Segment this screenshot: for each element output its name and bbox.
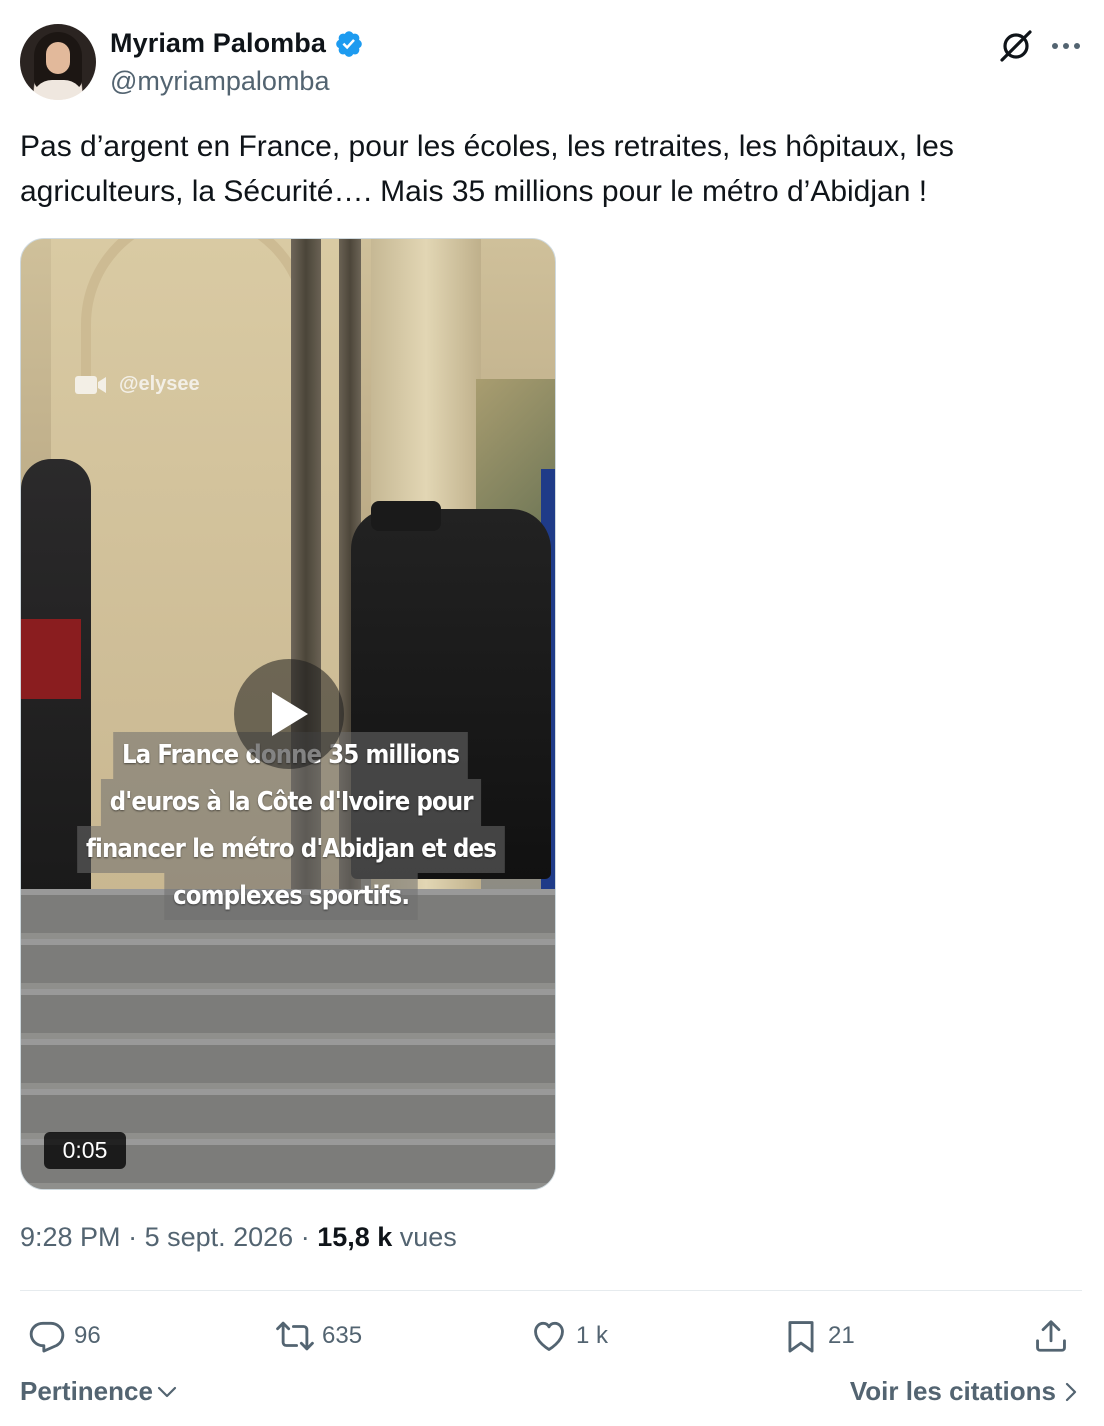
- caption-line: d'euros à la Côte d'Ivoire pour: [100, 779, 482, 826]
- tweet-header: Myriam Palomba @myriampalomba: [20, 24, 1084, 102]
- chevron-down-icon: [157, 1386, 177, 1397]
- grok-icon[interactable]: [998, 28, 1034, 64]
- chevron-right-icon: [1065, 1382, 1077, 1401]
- share-button[interactable]: [1032, 1312, 1070, 1360]
- like-button[interactable]: 1 k: [530, 1312, 608, 1360]
- meta-separator: ·: [120, 1222, 145, 1252]
- caption-line: financer le métro d'Abidjan et des: [77, 826, 505, 873]
- video-scene-archtop: [81, 239, 311, 379]
- bookmark-button[interactable]: 21: [782, 1312, 855, 1360]
- reply-button[interactable]: 96: [28, 1312, 101, 1360]
- sort-dropdown[interactable]: Pertinence: [20, 1376, 177, 1407]
- verified-badge-icon[interactable]: [334, 29, 364, 59]
- name-row: Myriam Palomba: [110, 28, 364, 59]
- watermark-text: @elysee: [119, 373, 200, 395]
- video-scene-guard-uniform: [21, 619, 81, 699]
- repost-count: 635: [322, 1322, 363, 1349]
- like-icon: [534, 1321, 564, 1351]
- caption-line: complexes sportifs.: [164, 873, 418, 920]
- views-count[interactable]: 15,8 k: [317, 1222, 392, 1253]
- more-icon[interactable]: [1048, 28, 1084, 64]
- replies-footer: Pertinence Voir les citations: [20, 1376, 1084, 1416]
- repost-icon: [276, 1321, 314, 1351]
- tweet-text: Pas d’argent en France, pour les écoles,…: [20, 130, 954, 208]
- display-name[interactable]: Myriam Palomba: [110, 28, 326, 59]
- meta-separator: ·: [293, 1222, 318, 1252]
- divider: [20, 1290, 1082, 1291]
- video-player[interactable]: @elysee La France donne 35 millions d'eu…: [20, 238, 556, 1190]
- tweet-date[interactable]: 5 sept. 2026: [145, 1222, 294, 1253]
- reply-icon: [29, 1321, 65, 1353]
- views-label: vues: [392, 1222, 457, 1252]
- bookmark-icon: [788, 1321, 814, 1353]
- avatar[interactable]: [20, 24, 96, 100]
- sort-label: Pertinence: [20, 1376, 153, 1406]
- reply-count: 96: [74, 1322, 101, 1349]
- tweet-meta: 9:28 PM · 5 sept. 2026 · 15,8 k vues: [20, 1222, 457, 1253]
- view-quotes-link[interactable]: Voir les citations: [850, 1376, 1078, 1407]
- repost-button[interactable]: 635: [276, 1312, 362, 1360]
- video-watermark: @elysee: [75, 373, 200, 396]
- bookmark-count: 21: [828, 1322, 855, 1349]
- video-duration: 0:05: [44, 1132, 126, 1169]
- share-icon: [1036, 1320, 1066, 1352]
- play-button[interactable]: [234, 659, 344, 769]
- avatar-face: [46, 42, 70, 74]
- like-count: 1 k: [576, 1322, 609, 1349]
- video-scene-hat: [371, 501, 441, 531]
- video-camera-icon: [75, 375, 106, 394]
- handle[interactable]: @myriampalomba: [110, 66, 329, 97]
- tweet-time[interactable]: 9:28 PM: [20, 1222, 121, 1253]
- play-icon: [272, 692, 308, 736]
- view-quotes-label: Voir les citations: [849, 1376, 1056, 1406]
- action-bar: 96 635 1 k 21: [20, 1312, 1084, 1360]
